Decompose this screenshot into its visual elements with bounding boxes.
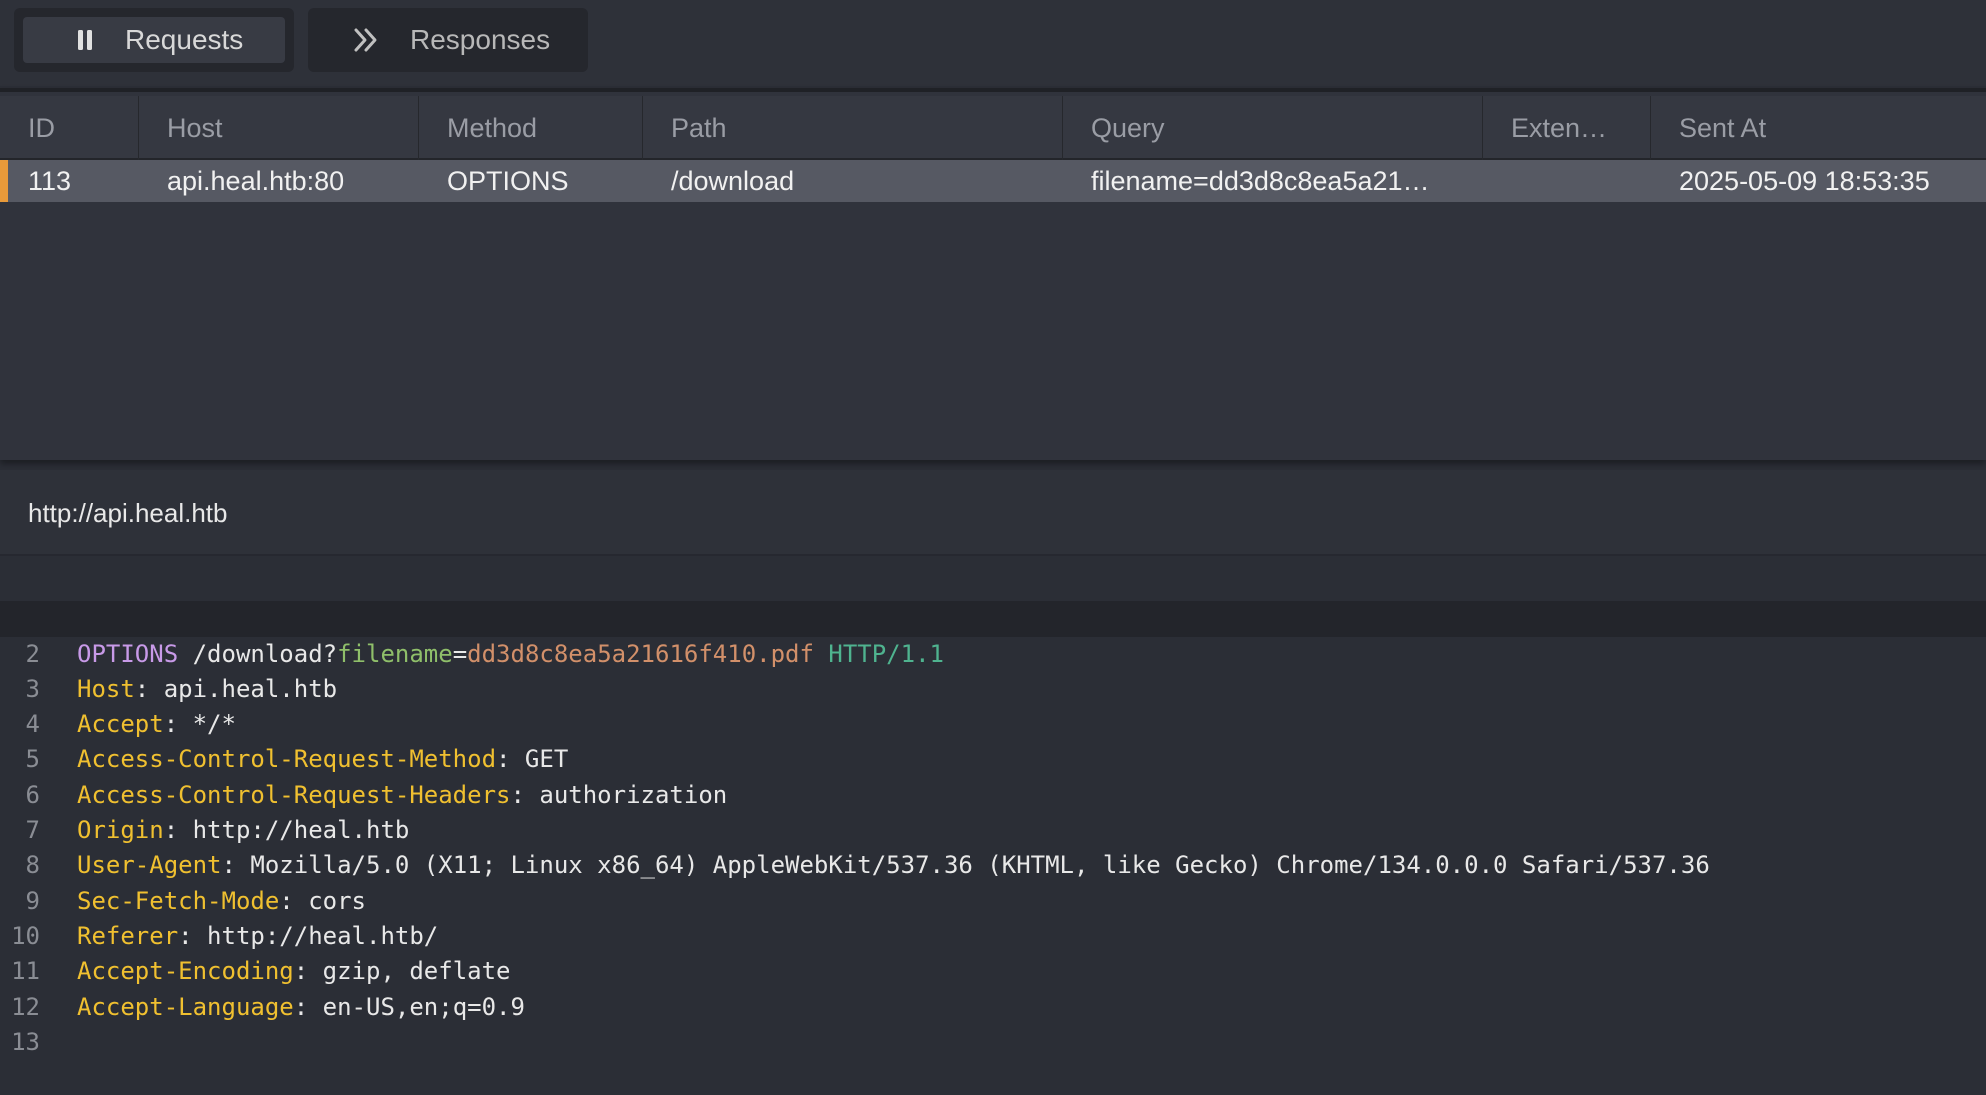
editor-line: 11 Accept-Language: en-US,en;q=0.9 bbox=[0, 919, 1986, 1020]
cell-sent-at: 2025-05-09 18:53:35 bbox=[1679, 166, 1930, 196]
column-header-sent-at[interactable]: Sent At bbox=[1651, 96, 1986, 160]
tab-requests-label: Requests bbox=[125, 24, 244, 55]
column-header-method[interactable]: Method bbox=[419, 96, 643, 160]
editor-line: 3 Accept: */* bbox=[0, 637, 1986, 738]
column-header-query[interactable]: Query bbox=[1063, 96, 1483, 160]
top-toolbar: Requests Responses bbox=[0, 0, 1986, 86]
cell-method: OPTIONS bbox=[447, 166, 569, 196]
pause-icon bbox=[67, 28, 103, 52]
editor-line: 1 OPTIONS /download?filename=dd3d8c8ea5a… bbox=[0, 566, 1986, 667]
editor-line: 12 bbox=[0, 954, 1986, 1021]
column-header-path[interactable]: Path bbox=[643, 96, 1063, 160]
editor-line: 6 Origin: http://heal.htb bbox=[0, 743, 1986, 844]
requests-table: ID Host Method Path Query Exten… Sent At… bbox=[0, 88, 1986, 460]
editor-line: 13 bbox=[0, 990, 1986, 1056]
column-header-host[interactable]: Host bbox=[139, 96, 419, 160]
cell-id: 113 bbox=[28, 166, 72, 196]
line-number: 13 bbox=[11, 1027, 40, 1056]
editor-line: 10 Accept-Encoding: gzip, deflate bbox=[0, 884, 1986, 985]
tab-requests[interactable]: Requests bbox=[14, 8, 294, 72]
cell-host: api.heal.htb:80 bbox=[167, 166, 345, 196]
request-host-bar: http://api.heal.htb bbox=[0, 470, 1986, 556]
request-editor[interactable]: 1 OPTIONS /download?filename=dd3d8c8ea5a… bbox=[0, 566, 1986, 1056]
editor-line: 4 Access-Control-Request-Method: GET bbox=[0, 672, 1986, 773]
tab-responses[interactable]: Responses bbox=[308, 8, 588, 72]
table-row[interactable]: 113 api.heal.htb:80 OPTIONS /download fi… bbox=[0, 160, 1986, 202]
tab-requests-active: Requests bbox=[23, 17, 285, 63]
cell-query: filename=dd3d8c8ea5a21… bbox=[1091, 166, 1430, 196]
editor-line: 8 Sec-Fetch-Mode: cors bbox=[0, 813, 1986, 914]
editor-line: 9 Referer: http://heal.htb/ bbox=[0, 848, 1986, 950]
cell-path: /download bbox=[671, 166, 795, 196]
editor-line: 7 User-Agent: Mozilla/5.0 (X11; Linux x8… bbox=[0, 778, 1986, 879]
cell-extension bbox=[1483, 160, 1651, 202]
column-header-id[interactable]: ID bbox=[0, 96, 139, 160]
table-header: ID Host Method Path Query Exten… Sent At bbox=[0, 96, 1986, 160]
editor-line: 5 Access-Control-Request-Headers: author… bbox=[0, 707, 1986, 808]
tab-responses-label: Responses bbox=[410, 24, 551, 55]
column-header-extension[interactable]: Exten… bbox=[1483, 96, 1651, 160]
editor-line-active: 2 Host: api.heal.htb bbox=[0, 601, 1986, 703]
request-host-url: http://api.heal.htb bbox=[28, 498, 228, 528]
chevrons-right-icon bbox=[348, 27, 384, 53]
